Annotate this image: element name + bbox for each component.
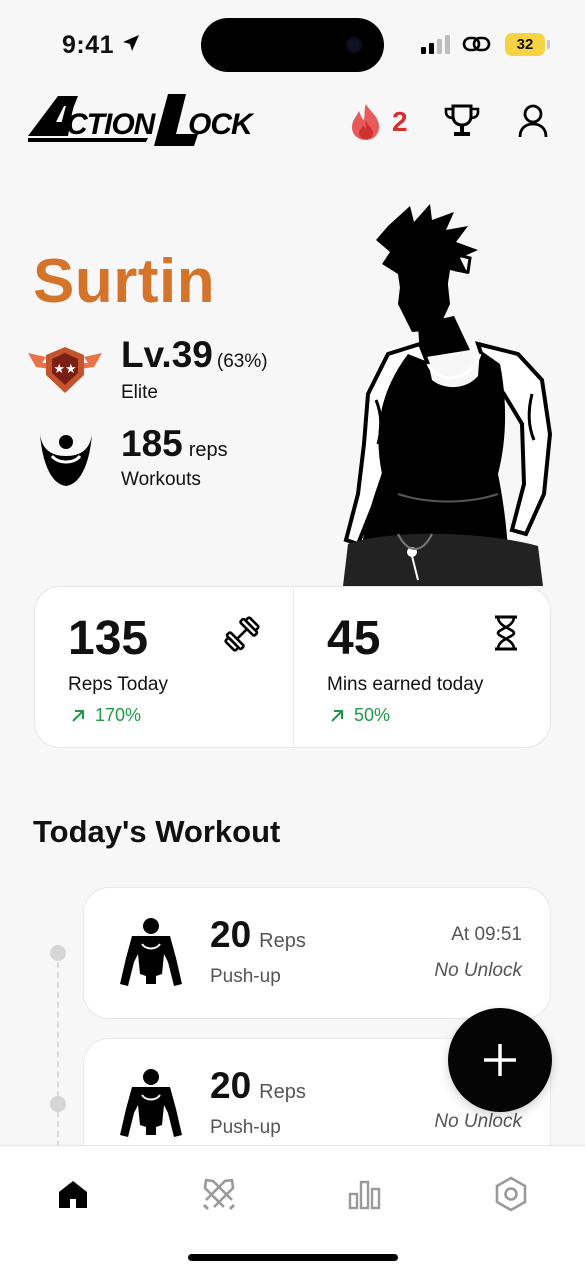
actionlock-logo: CTION OCK: [28, 94, 256, 146]
total-reps: 185 reps: [121, 423, 228, 465]
add-workout-button[interactable]: [448, 1008, 552, 1112]
workout-reps-value: 20: [210, 914, 252, 955]
timeline-dot: [50, 1096, 66, 1112]
status-bar: 9:41 32: [0, 0, 585, 90]
plus-icon: [484, 1044, 516, 1076]
section-title: Today's Workout: [33, 814, 281, 849]
status-time: 9:41: [62, 31, 115, 59]
trend-up-icon: [72, 709, 84, 722]
total-reps-label: Workouts: [121, 469, 201, 490]
tab-settings[interactable]: [486, 1174, 536, 1214]
dumbbell-icon: [224, 616, 260, 652]
hourglass-icon: [495, 615, 517, 651]
battery-icon: 32: [505, 33, 550, 56]
tab-bar: [0, 1145, 585, 1267]
daily-stats-card: 135 Reps Today 170% 45 Mins earned today…: [34, 586, 551, 748]
reps-today-stat[interactable]: 135 Reps Today 170%: [35, 587, 293, 747]
workout-time: At 09:51: [451, 924, 522, 945]
stat-label: Mins earned today: [327, 674, 484, 695]
stat-label: Reps Today: [68, 674, 168, 695]
workout-reps: 20 Reps: [210, 914, 306, 956]
workout-figure-icon: [40, 434, 92, 486]
svg-text:OCK: OCK: [188, 108, 255, 141]
level-progress: (63%): [216, 351, 268, 372]
svg-text:CTION: CTION: [66, 108, 157, 141]
trophy-icon[interactable]: [444, 104, 480, 138]
user-rank: Elite: [121, 382, 158, 403]
link-icon: [462, 36, 491, 52]
workout-card[interactable]: 20 Reps Push-up At 09:51 No Unlock: [83, 887, 551, 1019]
profile-icon[interactable]: [518, 104, 548, 138]
mins-earned-stat[interactable]: 45 Mins earned today 50%: [294, 587, 552, 747]
home-indicator[interactable]: [188, 1254, 398, 1261]
streak-counter[interactable]: 2: [348, 103, 408, 141]
workout-name: Push-up: [210, 1117, 281, 1138]
elite-rank-badge-icon: ★★: [28, 347, 102, 393]
dynamic-island: [201, 18, 384, 72]
stat-change: 170%: [71, 705, 141, 726]
timeline-line: [57, 952, 59, 1147]
home-icon: [59, 1181, 87, 1208]
stat-value: 135: [68, 612, 149, 665]
user-name: Surtin: [33, 247, 216, 316]
workout-unlock-status: No Unlock: [434, 1111, 522, 1132]
character-illustration: [343, 204, 553, 586]
settings-hexagon-icon: [495, 1176, 527, 1212]
user-level: Lv.39 (63%): [121, 334, 268, 376]
timeline-dot: [50, 945, 66, 961]
workout-reps-value: 20: [210, 1065, 252, 1106]
stat-value: 45: [327, 612, 381, 665]
workout-name: Push-up: [210, 966, 281, 987]
bar-chart-icon: [348, 1180, 381, 1210]
stat-change-value: 50%: [354, 705, 391, 725]
streak-count: 2: [392, 106, 408, 137]
workout-reps-unit: Reps: [259, 1081, 306, 1103]
total-reps-unit: reps: [188, 439, 228, 461]
trend-up-icon: [331, 709, 343, 722]
location-arrow-icon: [123, 35, 139, 51]
workout-reps: 20 Reps: [210, 1065, 306, 1107]
stat-change: 50%: [330, 705, 390, 726]
battery-level: 32: [516, 36, 534, 53]
svg-text:★★: ★★: [53, 362, 76, 377]
flame-icon: [352, 104, 379, 140]
stat-change-value: 170%: [95, 705, 142, 725]
push-up-figure-icon: [120, 1069, 182, 1137]
tab-stats[interactable]: [340, 1174, 390, 1214]
total-reps-value: 185: [121, 423, 183, 464]
workout-reps-unit: Reps: [259, 930, 306, 952]
push-up-figure-icon: [120, 918, 182, 986]
level-value: Lv.39: [121, 334, 213, 375]
workout-unlock-status: No Unlock: [434, 960, 522, 981]
tab-home[interactable]: [48, 1174, 98, 1214]
tab-battle[interactable]: [194, 1174, 244, 1214]
signal-icon: [421, 35, 450, 54]
crossed-swords-icon: [202, 1178, 236, 1211]
